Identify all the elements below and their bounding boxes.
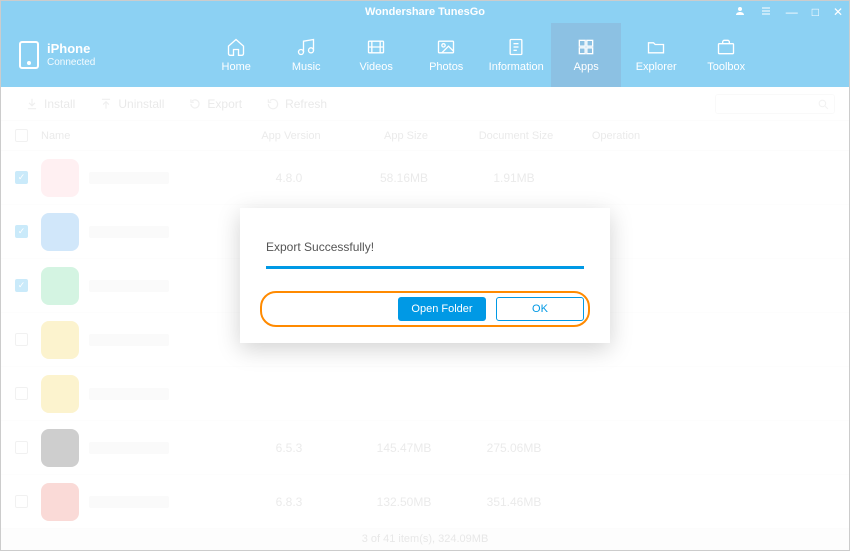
export-success-dialog: Export Successfully! Open Folder OK bbox=[240, 208, 610, 343]
dialog-message: Export Successfully! bbox=[266, 240, 584, 254]
modal-overlay: Export Successfully! Open Folder OK bbox=[1, 1, 849, 550]
open-folder-button[interactable]: Open Folder bbox=[398, 297, 486, 321]
progress-bar bbox=[266, 266, 584, 269]
ok-button[interactable]: OK bbox=[496, 297, 584, 321]
